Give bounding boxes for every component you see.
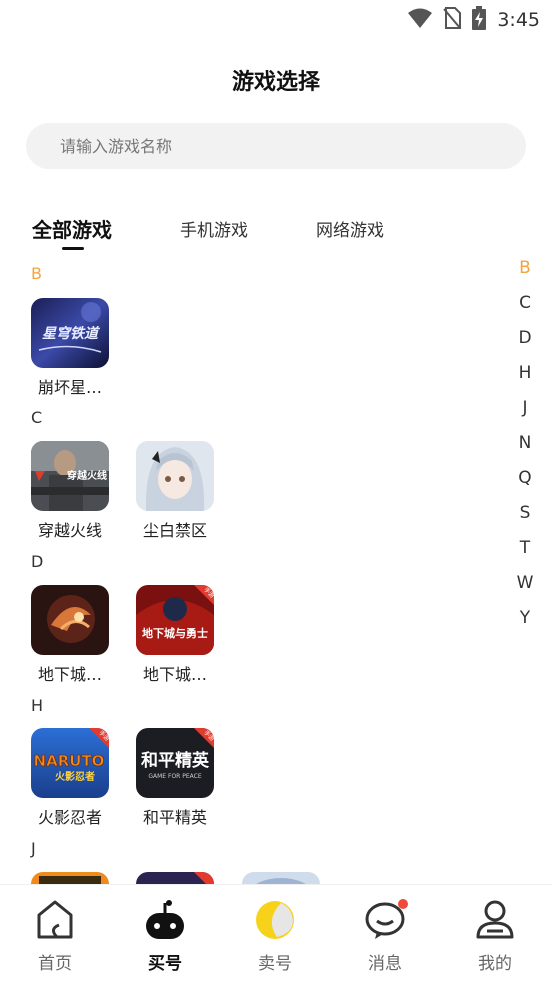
home-icon xyxy=(35,899,75,941)
honkai-logo-text: 星穹铁道 xyxy=(42,325,101,342)
peace-elite-icon: 和平精英 GAME FOR PEACE 手游 xyxy=(136,728,214,798)
alpha-letter-t[interactable]: T xyxy=(510,538,540,558)
game-name: 和平精英 xyxy=(142,808,207,827)
tab-online-games[interactable]: 网络游戏 xyxy=(316,216,384,241)
notification-badge xyxy=(398,899,408,909)
game-name: 火影忍者 xyxy=(37,808,102,827)
nav-item-messages[interactable]: 消息 xyxy=(330,899,440,979)
section-header-b: B xyxy=(31,264,42,283)
game-icon-partial xyxy=(31,872,109,884)
alpha-letter-q[interactable]: Q xyxy=(510,468,540,488)
search-box[interactable] xyxy=(26,123,526,169)
search-input[interactable] xyxy=(26,123,526,169)
alpha-letter-j[interactable]: J xyxy=(510,398,540,418)
section-header-c: C xyxy=(31,408,43,427)
tab-active-indicator xyxy=(62,247,84,250)
nav-item-home[interactable]: 首页 xyxy=(0,899,110,979)
crossfire-icon: 穿越火线 xyxy=(31,441,109,511)
game-name: 穿越火线 xyxy=(37,521,102,540)
game-name: 崩坏星… xyxy=(37,378,102,397)
nav-label: 买号 xyxy=(148,954,182,974)
nav-label: 我的 xyxy=(478,954,512,974)
alpha-letter-s[interactable]: S xyxy=(510,503,540,523)
alpha-letter-d[interactable]: D xyxy=(510,328,540,348)
profile-icon xyxy=(475,899,515,941)
game-icon-partial xyxy=(136,872,214,884)
nav-item-sell[interactable]: 卖号 xyxy=(220,899,330,979)
game-name: 尘白禁区 xyxy=(142,521,207,540)
message-icon xyxy=(365,899,408,941)
alpha-letter-w[interactable]: W xyxy=(510,573,540,593)
crossfire-logo-text: 穿越火线 xyxy=(67,469,107,482)
no-sim-icon xyxy=(443,7,462,33)
section-header-d: D xyxy=(31,552,44,571)
naruto-logo-text: NARUTO xyxy=(34,752,105,770)
honkai-star-rail-icon: 星穹铁道 xyxy=(31,298,109,368)
sell-icon xyxy=(255,899,295,941)
alpha-letter-c[interactable]: C xyxy=(510,293,540,313)
game-name: 地下城… xyxy=(142,665,207,684)
status-icons: 3:45 xyxy=(407,6,540,34)
nav-item-profile[interactable]: 我的 xyxy=(440,899,550,979)
section-header-h: H xyxy=(31,696,44,715)
nav-label: 卖号 xyxy=(258,954,292,974)
tab-mobile-games[interactable]: 手机游戏 xyxy=(180,216,248,241)
dnf-logo-text: 地下城与勇士 xyxy=(142,626,208,640)
game-name: 地下城… xyxy=(37,665,102,684)
bottom-nav: 首页 买号 卖号 消息 我的 xyxy=(0,884,552,983)
category-tabs: 全部游戏 手机游戏 网络游戏 xyxy=(0,212,552,256)
peace-elite-sub-text: GAME FOR PEACE xyxy=(148,773,201,780)
tab-all-games[interactable]: 全部游戏 xyxy=(32,214,112,243)
dnf-icon xyxy=(31,585,109,655)
game-list[interactable]: B 星穹铁道 崩坏星… C 穿越火线 穿越火线 尘白禁区 D 地下城… 地下城与… xyxy=(0,258,500,884)
dnf-mobile-icon: 地下城与勇士 手游 xyxy=(136,585,214,655)
snowbreak-icon xyxy=(136,441,214,511)
battery-charging-icon xyxy=(471,6,487,34)
alpha-letter-h[interactable]: H xyxy=(510,363,540,383)
nav-label: 首页 xyxy=(38,954,72,974)
gamepad-icon xyxy=(145,899,185,941)
wifi-icon xyxy=(407,7,433,33)
status-time: 3:45 xyxy=(497,9,540,31)
alpha-letter-n[interactable]: N xyxy=(510,433,540,453)
status-bar: 3:45 xyxy=(0,0,552,38)
section-header-j: J xyxy=(31,839,36,858)
page-title: 游戏选择 xyxy=(231,70,320,95)
naruto-sub-text: 火影忍者 xyxy=(55,770,95,783)
alpha-letter-b[interactable]: B xyxy=(510,258,540,278)
game-icon-partial xyxy=(242,872,320,884)
nav-label: 消息 xyxy=(368,954,402,974)
naruto-icon: NARUTO 火影忍者 手游 xyxy=(31,728,109,798)
peace-elite-logo-text: 和平精英 xyxy=(141,750,210,771)
alpha-letter-y[interactable]: Y xyxy=(510,608,540,628)
nav-item-buy[interactable]: 买号 xyxy=(110,899,220,979)
